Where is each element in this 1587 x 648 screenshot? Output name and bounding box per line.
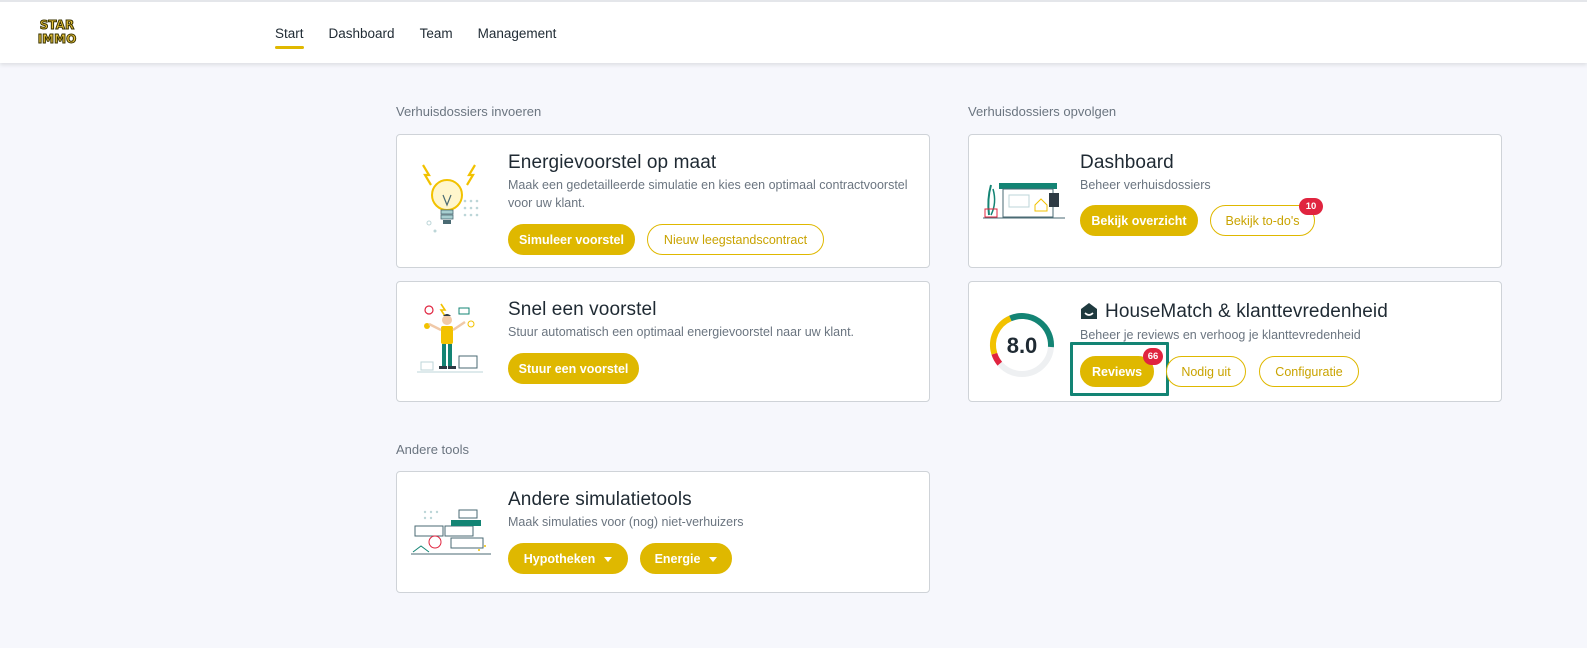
card-snel-voorstel: Snel een voorstel Stuur automatisch een … bbox=[396, 281, 930, 402]
calculator-illustration-icon bbox=[411, 506, 491, 558]
section-label-andere-tools: Andere tools bbox=[396, 442, 469, 457]
card-description: Maak simulaties voor (nog) niet-verhuize… bbox=[508, 515, 744, 529]
gauge-segment-red bbox=[991, 352, 1003, 366]
card-description: Beheer verhuisdossiers bbox=[1080, 178, 1211, 192]
energie-label: Energie bbox=[654, 551, 701, 566]
reviews-count-badge: 66 bbox=[1143, 348, 1163, 365]
house-illustration-icon bbox=[983, 179, 1065, 223]
stuur-een-voorstel-button[interactable]: Stuur een voorstel bbox=[508, 353, 639, 384]
section-label-opvolgen: Verhuisdossiers opvolgen bbox=[968, 104, 1117, 119]
top-navigation-bar: STAR IMMO Start Dashboard Team Managemen… bbox=[0, 0, 1587, 63]
card-energievoorstel: Energievoorstel op maat Maak een gedetai… bbox=[396, 134, 930, 268]
card-title: Dashboard bbox=[1080, 152, 1174, 173]
card-housematch: 8.0 HouseMatch & klanttevredenheid Behee… bbox=[968, 281, 1502, 402]
energie-dropdown-button[interactable]: Energie bbox=[640, 543, 732, 574]
logo-text-star: STAR bbox=[40, 18, 74, 32]
nav-item-start[interactable]: Start bbox=[275, 24, 304, 49]
hypotheken-label: Hypotheken bbox=[523, 551, 596, 566]
configuratie-button[interactable]: Configuratie bbox=[1259, 356, 1359, 387]
reviews-button[interactable]: Reviews bbox=[1080, 356, 1154, 387]
card-title: Energievoorstel op maat bbox=[508, 152, 717, 173]
card-andere-simulatietools: Andere simulatietools Maak simulaties vo… bbox=[396, 471, 930, 593]
card-dashboard: Dashboard Beheer verhuisdossiers Bekijk … bbox=[968, 134, 1502, 268]
card-title: Andere simulatietools bbox=[508, 489, 692, 510]
chevron-down-icon bbox=[604, 557, 613, 562]
card-description: Maak een gedetailleerde simulatie en kie… bbox=[508, 178, 908, 210]
todo-count-badge: 10 bbox=[1299, 198, 1323, 215]
star-immo-logo[interactable]: STAR IMMO bbox=[33, 17, 81, 47]
logo-text-immo: IMMO bbox=[38, 32, 77, 46]
hypotheken-dropdown-button[interactable]: Hypotheken bbox=[508, 543, 628, 574]
main-nav: Start Dashboard Team Management bbox=[275, 2, 556, 63]
nodig-uit-button[interactable]: Nodig uit bbox=[1166, 356, 1246, 387]
simuleer-voorstel-button[interactable]: Simuleer voorstel bbox=[508, 224, 635, 255]
nieuw-leegstandscontract-button[interactable]: Nieuw leegstandscontract bbox=[647, 224, 824, 255]
bekijk-overzicht-button[interactable]: Bekijk overzicht bbox=[1080, 205, 1198, 236]
nav-item-management[interactable]: Management bbox=[478, 24, 557, 41]
housematch-house-icon bbox=[1080, 302, 1098, 320]
nav-item-team[interactable]: Team bbox=[420, 24, 453, 41]
card-description: Stuur automatisch een optimaal energievo… bbox=[508, 325, 855, 339]
chevron-down-icon bbox=[709, 557, 718, 562]
lightbulb-illustration-icon bbox=[415, 161, 483, 237]
nav-item-dashboard[interactable]: Dashboard bbox=[329, 24, 395, 41]
card-title: HouseMatch & klanttevredenheid bbox=[1105, 301, 1388, 322]
person-juggling-illustration-icon bbox=[415, 300, 485, 380]
satisfaction-score-gauge: 8.0 bbox=[987, 310, 1057, 380]
section-label-invoeren: Verhuisdossiers invoeren bbox=[396, 104, 542, 119]
gauge-score-text: 8.0 bbox=[1007, 333, 1038, 358]
card-title: Snel een voorstel bbox=[508, 299, 657, 320]
